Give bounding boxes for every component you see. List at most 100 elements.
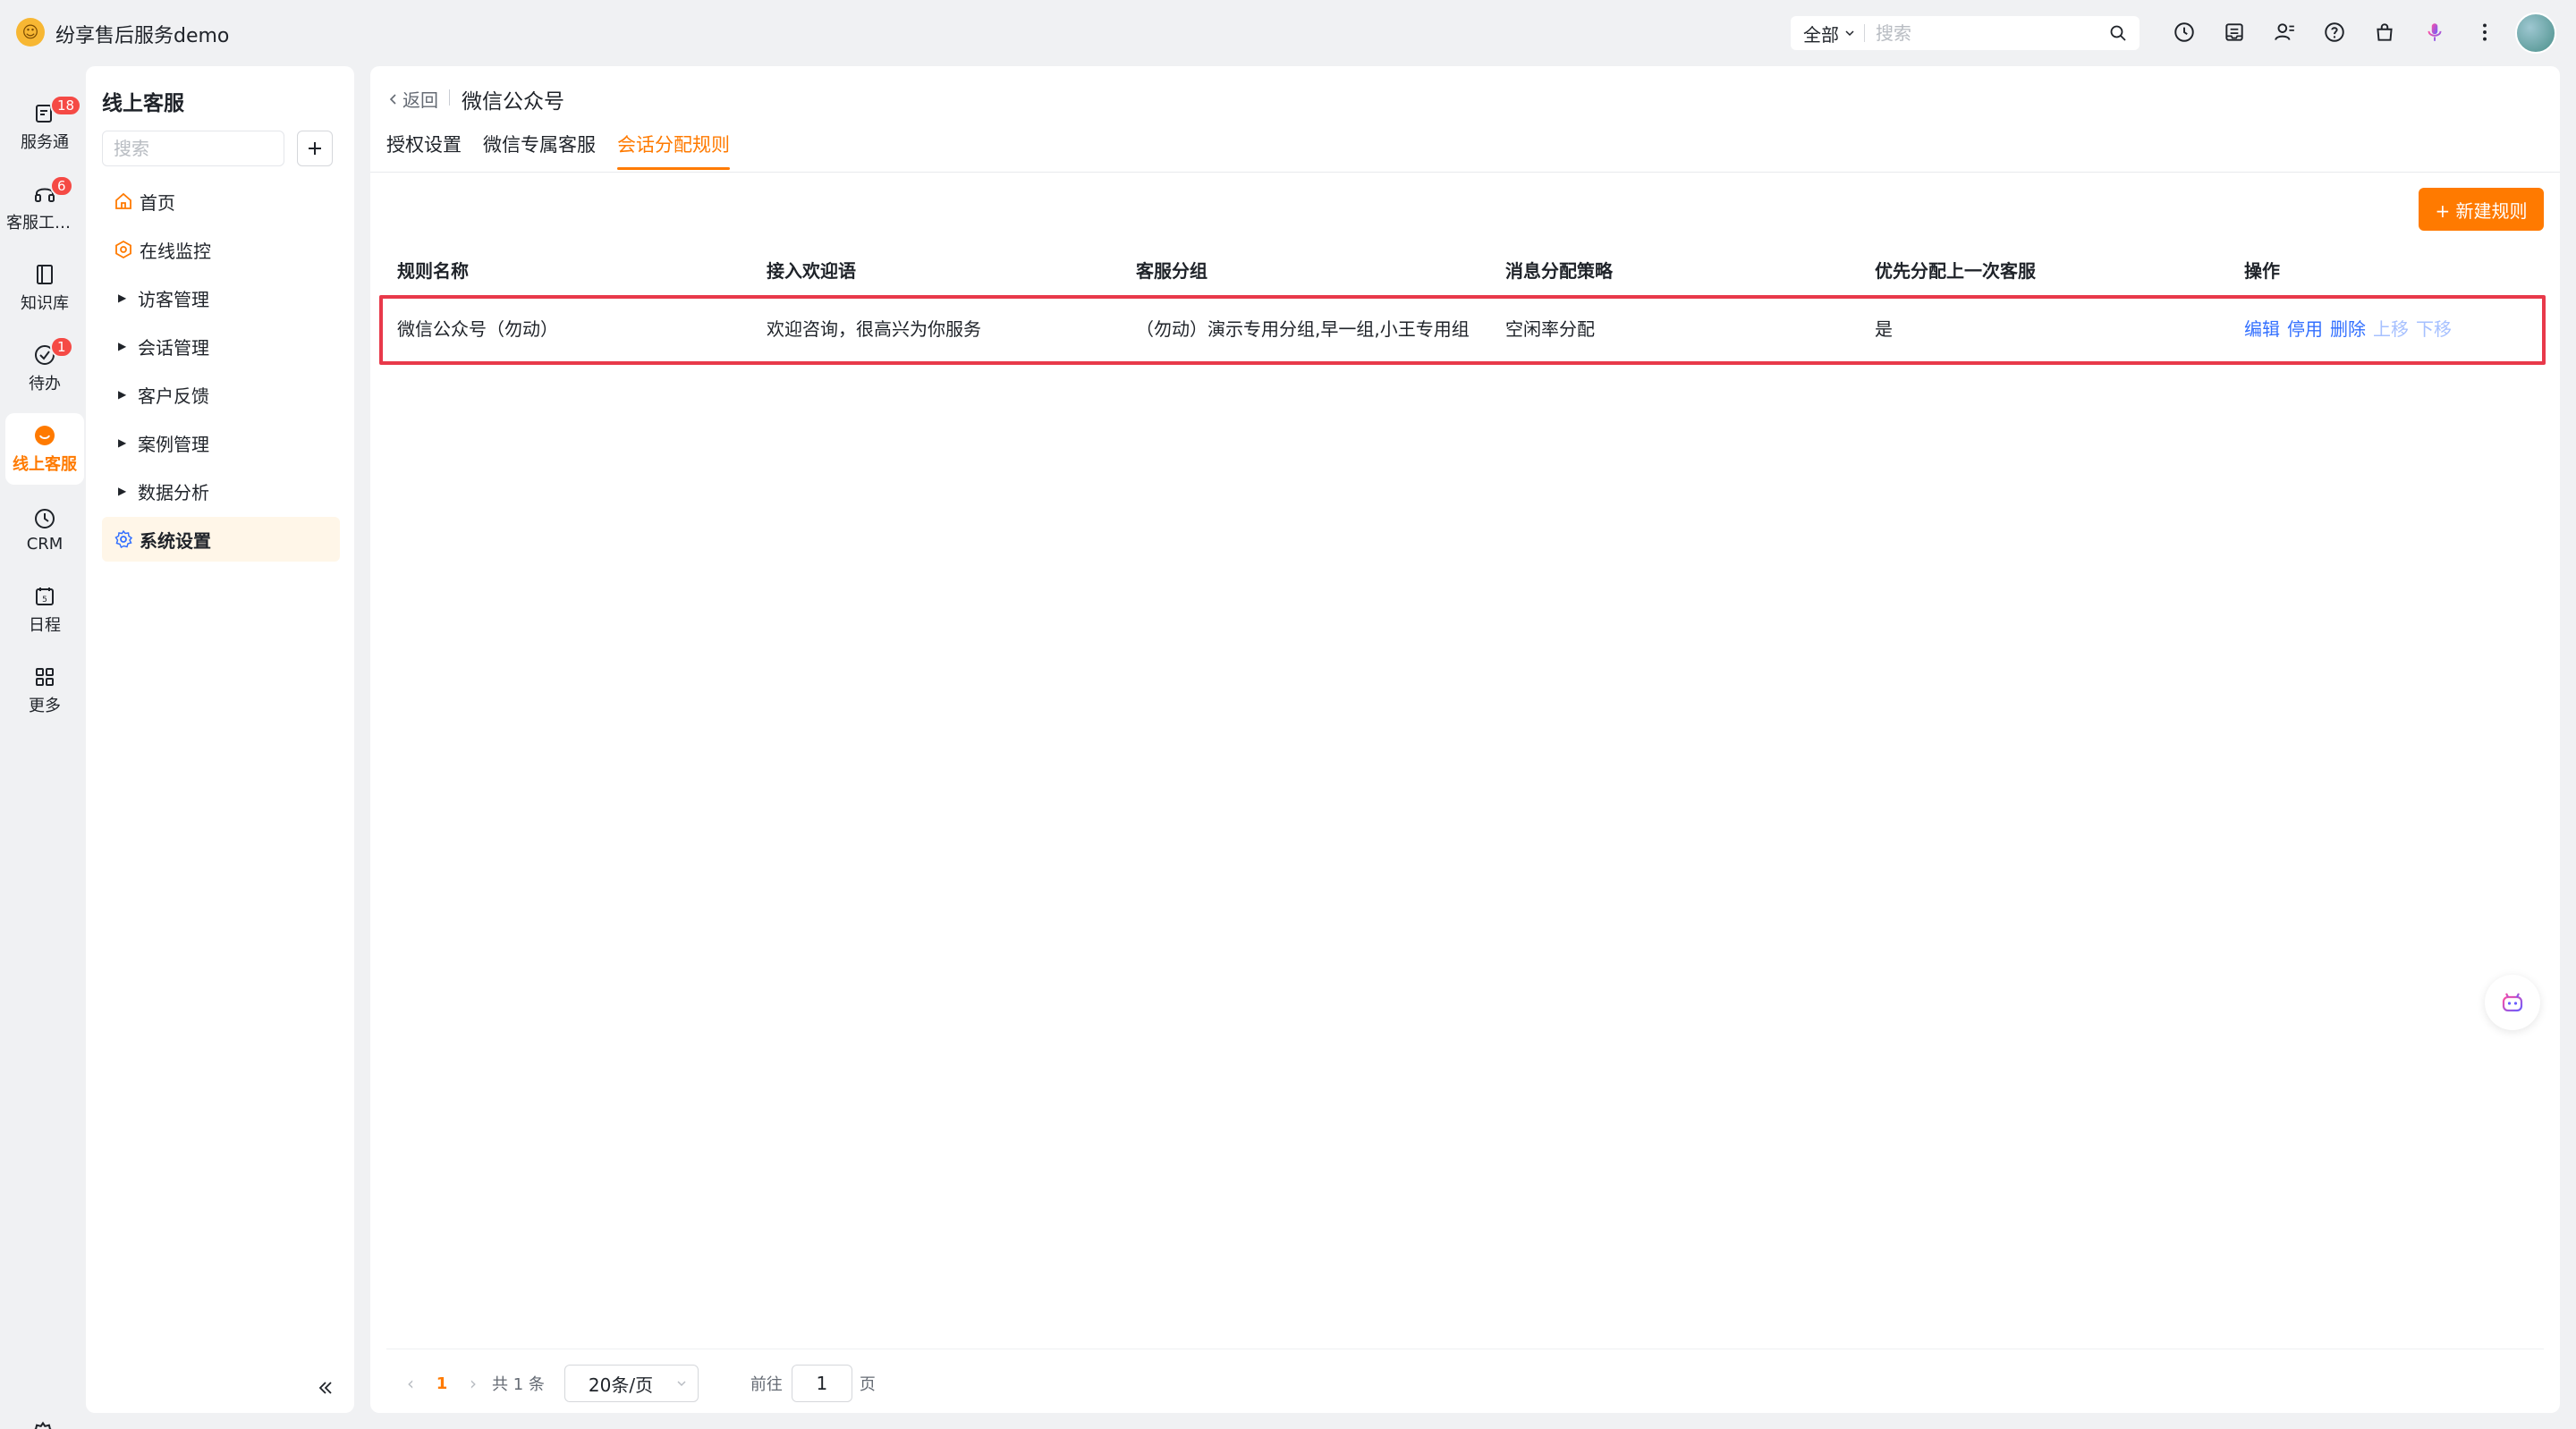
module-sidebar: 线上客服 首页 在线监控 ▶ 访客管理 ▶ 会话管理 ▶ 客户反馈 ▶ 案例管理… [86,66,354,1413]
microphone-icon[interactable] [2419,18,2451,47]
nav-item-home[interactable]: 首页 [102,179,340,224]
notification-badge: 6 [50,175,73,197]
add-button[interactable] [297,131,333,166]
page-title: 微信公众号 [462,90,564,114]
back-label: 返回 [402,89,438,111]
caret-right-icon: ▶ [118,388,127,401]
caret-right-icon: ▶ [118,340,127,352]
rule-name-cell: 微信公众号（勿动） [397,317,558,340]
module-title: 线上客服 [102,92,184,115]
move-down-link[interactable]: 下移 [2416,315,2452,341]
chevron-down-icon [677,1381,686,1387]
chevron-left-icon [389,93,396,105]
table-header: 规则名称 接入欢迎语 客服分组 消息分配策略 优先分配上一次客服 操作 [386,245,2542,293]
collapse-sidebar-icon[interactable] [315,1377,336,1399]
user-avatar[interactable] [2515,13,2556,54]
mascot-logo-icon[interactable]: ☺ [16,18,45,47]
tab-divider [370,172,2560,173]
crm-icon [35,508,55,528]
svg-text:5: 5 [42,596,47,605]
goto-label: 前往 [750,1375,783,1394]
nav-item-analytics[interactable]: ▶ 数据分析 [102,469,340,513]
back-button[interactable]: 返回 [388,86,438,112]
nav-item-label: 数据分析 [138,481,209,503]
nav-item-label: 首页 [140,191,175,214]
search-divider [1864,24,1865,42]
column-header: 消息分配策略 [1505,259,1613,282]
disable-link[interactable]: 停用 [2287,315,2323,341]
settings-icon [114,529,133,549]
top-bar: ☺ 纷享售后服务demo 全部 [0,0,2576,64]
rail-label: 更多 [29,697,61,715]
move-up-link[interactable]: 上移 [2373,315,2409,341]
book-icon [37,265,53,284]
rail-label: 知识库 [21,294,69,313]
welcome-message-cell: 欢迎咨询，很高兴为你服务 [767,317,981,340]
tab-session-assignment-rules[interactable]: 会话分配规则 [617,131,730,170]
rail-item-todo[interactable]: 待办 1 [5,333,84,404]
plus-icon [309,142,321,155]
page-number[interactable]: 1 [424,1374,460,1393]
prev-page-icon[interactable]: ‹ [397,1373,424,1394]
page-unit-label: 页 [859,1375,876,1394]
help-icon[interactable] [2318,18,2351,47]
rail-item-service[interactable]: 服务通 18 [5,91,84,163]
rail-label: CRM [26,534,64,554]
rail-item-knowledge[interactable]: 知识库 [5,252,84,324]
tab-authorization[interactable]: 授权设置 [386,131,462,170]
goto-page-input[interactable] [791,1365,852,1402]
caret-right-icon: ▶ [118,485,127,497]
bag-icon[interactable] [2368,18,2401,47]
rail-item-calendar[interactable]: 5 日程 [5,574,84,646]
search-scope-label: 全部 [1803,23,1839,46]
gear-icon[interactable] [29,1420,57,1429]
rail-label: 日程 [29,616,61,635]
inbox-icon[interactable] [2218,18,2250,47]
edit-link[interactable]: 编辑 [2244,315,2280,341]
ai-assistant-button[interactable] [2485,975,2540,1030]
nav-item-cases[interactable]: ▶ 案例管理 [102,420,340,465]
nav-item-label: 在线监控 [140,240,211,262]
calendar-icon: 5 [36,588,54,605]
menu-search-input[interactable] [102,131,284,166]
robot-icon [2502,993,2523,1012]
main-content: 返回 微信公众号 授权设置 微信专属客服 会话分配规则 + 新建规则 规则名称 … [370,66,2560,1413]
rail-item-agent-workbench[interactable]: 客服工作台 6 [5,172,84,243]
nav-item-feedback[interactable]: ▶ 客户反馈 [102,372,340,417]
nav-item-session[interactable]: ▶ 会话管理 [102,324,340,368]
app-rail: 服务通 18 客服工作台 6 知识库 待办 1 线上客服 CRM 5 日程 更多 [0,64,86,1429]
next-page-icon[interactable]: › [460,1373,487,1394]
total-count: 共 1 条 [492,1375,545,1394]
new-rule-button[interactable]: + 新建规则 [2419,188,2544,231]
column-header: 操作 [2244,259,2280,282]
rail-item-more[interactable]: 更多 [5,655,84,726]
agent-group-cell: （勿动）演示专用分组,早一组,小王专用组 [1136,317,1470,340]
rail-item-crm[interactable]: CRM [5,494,84,565]
row-actions: 编辑 停用 删除 上移 下移 [2233,315,2542,341]
global-search: 全部 [1791,16,2140,50]
nav-item-monitor[interactable]: 在线监控 [102,227,340,272]
search-scope-select[interactable]: 全部 [1803,21,1855,47]
nav-item-label: 系统设置 [140,529,211,552]
contacts-icon[interactable] [2268,18,2301,47]
clock-icon[interactable] [2168,18,2200,47]
caret-right-icon: ▶ [118,292,127,304]
online-service-icon [35,426,55,445]
column-header: 规则名称 [397,259,469,282]
nav-item-label: 客户反馈 [138,385,209,407]
search-icon[interactable] [2109,24,2127,42]
tab-wechat-dedicated-service[interactable]: 微信专属客服 [483,131,596,170]
notification-badge: 1 [50,336,73,358]
table-row: 微信公众号（勿动） 欢迎咨询，很高兴为你服务 （勿动）演示专用分组,早一组,小王… [379,295,2546,365]
more-vertical-icon[interactable] [2469,18,2501,47]
search-input[interactable] [1876,22,2099,44]
delete-link[interactable]: 删除 [2330,315,2366,341]
column-header: 客服分组 [1136,259,1208,282]
rail-item-online-service[interactable]: 线上客服 [5,413,84,485]
nav-item-settings[interactable]: 系统设置 [102,517,340,562]
divider [449,89,450,106]
nav-item-visitor[interactable]: ▶ 访客管理 [102,275,340,320]
page-size-select[interactable]: 20条/页 [564,1365,699,1402]
nav-item-label: 案例管理 [138,433,209,455]
nav-item-label: 访客管理 [138,288,209,310]
